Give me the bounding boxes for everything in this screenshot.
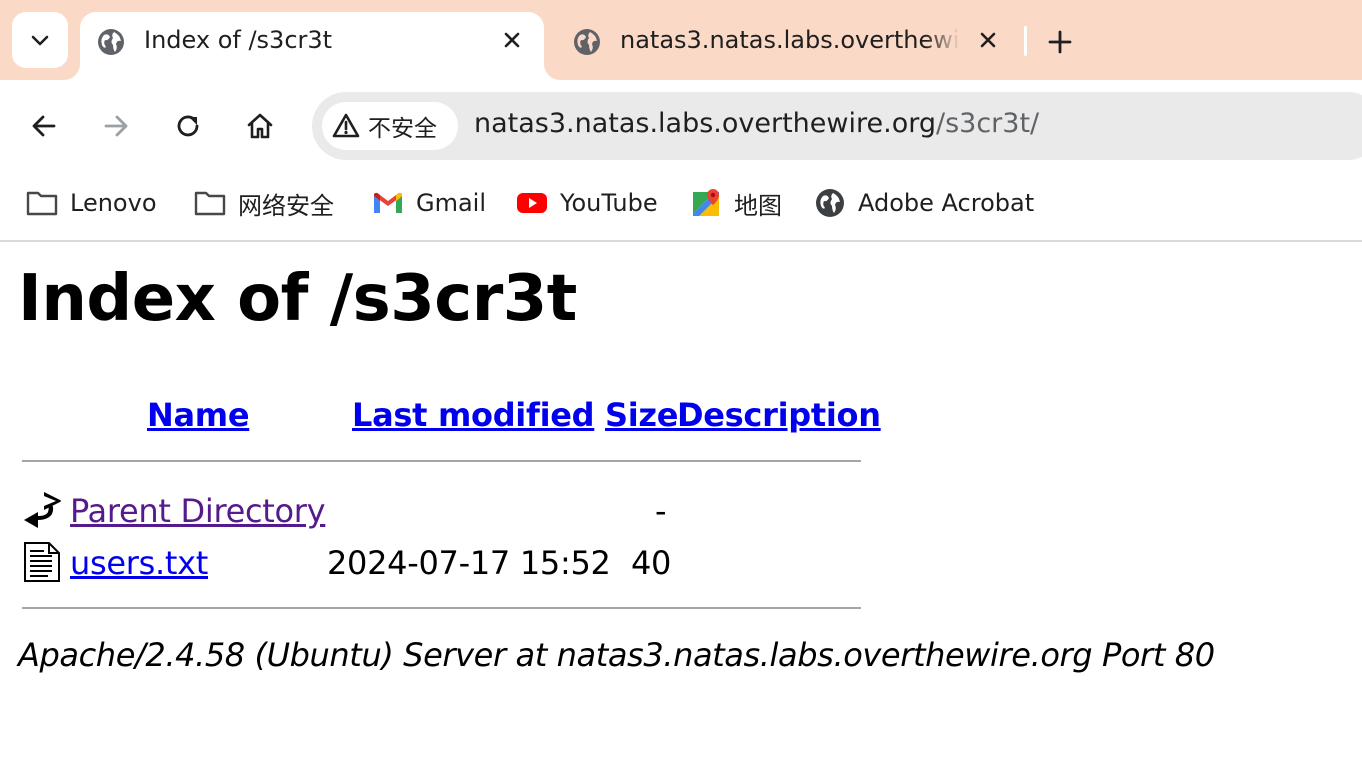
row-last-modified: 2024-07-17 15:52 (327, 544, 611, 582)
bookmarks-bar: Lenovo 网络安全 Gmail YouTube 地图 Adobe Acrob… (0, 172, 1362, 242)
row-size: - (655, 492, 667, 530)
folder-icon (26, 188, 58, 218)
tab-title: natas3.natas.labs.overthewire.org (620, 26, 960, 54)
users-txt-link[interactable]: users.txt (70, 544, 208, 582)
tab-close-button[interactable] (496, 24, 528, 56)
parent-directory-icon (24, 492, 61, 528)
row-size: 40 (631, 544, 672, 582)
forward-button[interactable] (94, 104, 138, 148)
bookmark-youtube[interactable]: YouTube (516, 186, 658, 220)
reload-button[interactable] (166, 104, 210, 148)
bookmark-lenovo[interactable]: Lenovo (26, 186, 157, 220)
url-text[interactable]: natas3.natas.labs.overthewire.org/s3cr3t… (474, 108, 1039, 139)
close-icon (980, 32, 996, 48)
server-signature: Apache/2.4.58 (Ubuntu) Server at natas3.… (18, 636, 1215, 674)
globe-icon (574, 29, 600, 55)
globe-icon (98, 29, 124, 55)
bookmark-maps[interactable]: 地图 (690, 186, 782, 220)
tab-separator (1024, 26, 1027, 56)
table-divider (22, 607, 861, 609)
column-header-description[interactable]: Description (677, 396, 881, 434)
security-label: 不安全 (368, 116, 437, 142)
url-path: /s3cr3t/ (935, 108, 1040, 139)
tab-active[interactable]: Index of /s3cr3t (80, 12, 544, 80)
text-file-icon (24, 542, 60, 582)
table-divider (22, 460, 861, 462)
new-tab-button[interactable] (1040, 22, 1080, 62)
warning-icon (332, 113, 360, 138)
home-icon (247, 113, 273, 139)
address-bar[interactable]: 不安全 natas3.natas.labs.overthewire.org/s3… (312, 92, 1362, 160)
bookmark-label: Adobe Acrobat (858, 189, 1035, 217)
reload-icon (177, 115, 199, 137)
bookmark-label: Gmail (416, 189, 487, 217)
close-icon (504, 32, 520, 48)
browser-toolbar: 不安全 natas3.natas.labs.overthewire.org/s3… (0, 80, 1362, 172)
bookmark-gmail[interactable]: Gmail (372, 186, 486, 220)
bookmark-label: 地图 (734, 191, 782, 220)
youtube-icon (516, 188, 548, 218)
bookmark-label: YouTube (560, 189, 658, 217)
home-button[interactable] (238, 104, 282, 148)
column-header-size[interactable]: Size (605, 396, 678, 434)
bookmark-label: Lenovo (70, 189, 157, 217)
tab-title: Index of /s3cr3t (144, 26, 333, 54)
plus-icon (1048, 30, 1072, 54)
back-button[interactable] (22, 104, 66, 148)
folder-icon (194, 188, 226, 218)
column-header-last-modified[interactable]: Last modified (352, 396, 595, 434)
bookmark-security-folder[interactable]: 网络安全 (194, 186, 334, 220)
arrow-right-icon (104, 115, 128, 137)
tab-inactive[interactable]: natas3.natas.labs.overthewire.org (556, 12, 1016, 80)
parent-directory-link[interactable]: Parent Directory (70, 492, 326, 530)
security-indicator-button[interactable]: 不安全 (322, 102, 458, 150)
arrow-left-icon (32, 115, 56, 137)
tab-strip: Index of /s3cr3t natas3.natas.labs.overt… (0, 0, 1362, 80)
bookmark-adobe-acrobat[interactable]: Adobe Acrobat (814, 186, 1034, 220)
gmail-icon (372, 188, 404, 218)
maps-icon (690, 188, 722, 218)
globe-icon (814, 188, 846, 218)
page-title: Index of /s3cr3t (18, 262, 577, 336)
url-host: natas3.natas.labs.overthewire.org (474, 108, 936, 139)
bookmark-label: 网络安全 (238, 191, 334, 220)
chevron-down-icon (31, 35, 49, 46)
tab-close-button[interactable] (972, 24, 1004, 56)
tab-search-button[interactable] (12, 12, 68, 68)
column-header-name[interactable]: Name (147, 396, 250, 434)
